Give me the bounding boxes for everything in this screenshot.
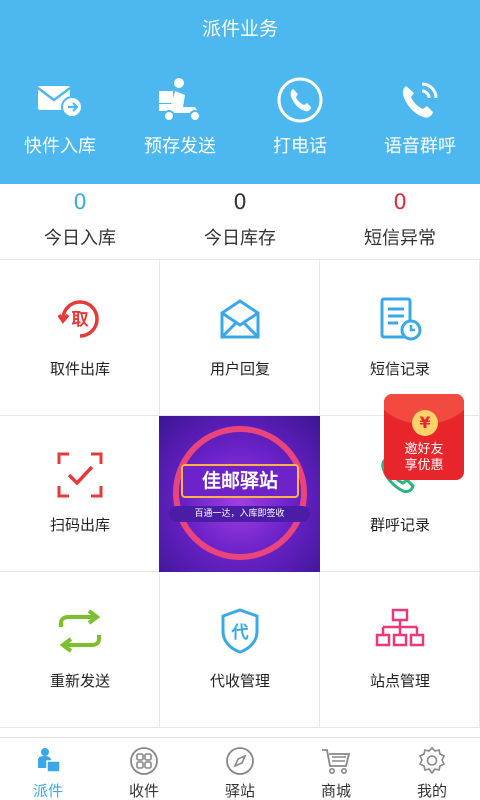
quick-action-label: 语音群呼 <box>384 136 456 157</box>
station-tree-icon <box>320 606 480 656</box>
redpacket-text: 邀好友 享优惠 <box>384 442 464 474</box>
grid-item-station[interactable]: 站点管理 <box>320 572 480 728</box>
function-grid: 取 取件出库 用户回复 短信记录 扫码出库 佳邮驿站 百通一达，入库即签收 群呼… <box>0 260 480 736</box>
tab-label: 派件 <box>32 782 63 800</box>
grid-item-label: 短信记录 <box>369 360 430 378</box>
tab-label: 收件 <box>128 782 159 800</box>
tab-station[interactable]: 驿站 <box>192 744 288 800</box>
sms-record-icon <box>320 294 480 344</box>
svg-text:取: 取 <box>72 310 89 330</box>
grid-item-pickup-out[interactable]: 取 取件出库 <box>0 260 160 416</box>
grid-item-label: 站点管理 <box>369 672 430 690</box>
banner-subtitle: 百通一达，入库即签收 <box>169 506 310 522</box>
grid-item-label: 取件出库 <box>49 360 110 378</box>
resend-icon <box>0 606 160 656</box>
tab-dispatch[interactable]: 派件 <box>0 744 96 800</box>
tab-receive[interactable]: 收件 <box>96 744 192 800</box>
stat-label: 短信异常 <box>364 228 436 249</box>
app-root: 派件业务 快件入库 预存发送 打电话 语音群呼 0 今日入库 0 今日库存 0 … <box>0 0 480 800</box>
grid-item-sms-record[interactable]: 短信记录 <box>320 260 480 416</box>
envelope-icon <box>160 294 320 344</box>
grid-item-collection[interactable]: 代 代收管理 <box>160 572 320 728</box>
quick-action-label: 打电话 <box>273 136 327 157</box>
quick-action-group-call[interactable]: 语音群呼 <box>360 70 480 158</box>
grid-item-scan-out[interactable]: 扫码出库 <box>0 416 160 572</box>
promo-banner[interactable]: 佳邮驿站 百通一达，入库即签收 <box>159 416 320 572</box>
tab-mine[interactable]: 我的 <box>384 744 480 800</box>
grid-item-label: 重新发送 <box>49 672 110 690</box>
stat-label: 今日入库 <box>44 228 116 249</box>
compass-icon <box>192 744 288 778</box>
grid-circle-icon <box>96 744 192 778</box>
svg-text:代: 代 <box>231 622 249 643</box>
quick-action-call[interactable]: 打电话 <box>240 70 360 158</box>
stat-value: 0 <box>393 190 407 214</box>
mail-inbound-icon <box>0 70 120 130</box>
stat-value: 0 <box>73 190 87 214</box>
stat-sms-error[interactable]: 0 短信异常 <box>320 184 480 250</box>
bottom-nav: 派件 收件 驿站 商城 我的 <box>0 737 480 800</box>
pickup-out-icon: 取 <box>0 294 160 344</box>
tab-label: 我的 <box>416 782 447 800</box>
grid-item-label: 代收管理 <box>209 672 270 690</box>
tab-mall[interactable]: 商城 <box>288 744 384 800</box>
redpacket-line2: 享优惠 <box>404 458 444 473</box>
grid-item-resend[interactable]: 重新发送 <box>0 572 160 728</box>
yuan-coin-icon: ¥ <box>412 410 438 436</box>
parcel-courier-icon <box>0 744 96 778</box>
grid-item-user-reply[interactable]: 用户回复 <box>160 260 320 416</box>
grid-item-label: 用户回复 <box>209 360 270 378</box>
tab-label: 驿站 <box>224 782 255 800</box>
tab-label: 商城 <box>320 782 351 800</box>
redpacket-line1: 邀好友 <box>404 442 444 457</box>
header: 派件业务 快件入库 预存发送 打电话 语音群呼 <box>0 0 480 184</box>
quick-action-label: 快件入库 <box>24 136 96 157</box>
page-title: 派件业务 <box>201 18 278 40</box>
scan-code-icon <box>0 450 160 500</box>
collection-shield-icon: 代 <box>160 606 320 656</box>
banner-title: 佳邮驿站 <box>181 464 299 498</box>
invite-redpacket[interactable]: ¥ 邀好友 享优惠 <box>384 394 464 480</box>
stats-bar: 0 今日入库 0 今日库存 0 短信异常 <box>0 184 480 260</box>
voice-call-icon <box>360 70 480 130</box>
quick-action-presend[interactable]: 预存发送 <box>120 70 240 158</box>
stat-value: 0 <box>233 190 247 214</box>
cart-icon <box>288 744 384 778</box>
grid-item-label: 群呼记录 <box>369 516 430 534</box>
quick-action-inbound[interactable]: 快件入库 <box>0 70 120 158</box>
phone-icon <box>240 70 360 130</box>
stat-today-inbound[interactable]: 0 今日入库 <box>0 184 160 250</box>
delivery-scooter-icon <box>120 70 240 130</box>
gear-icon <box>384 744 480 778</box>
quick-action-label: 预存发送 <box>144 136 216 157</box>
grid-item-label: 扫码出库 <box>49 516 110 534</box>
stat-today-stock[interactable]: 0 今日库存 <box>160 184 320 250</box>
stat-label: 今日库存 <box>204 228 276 249</box>
